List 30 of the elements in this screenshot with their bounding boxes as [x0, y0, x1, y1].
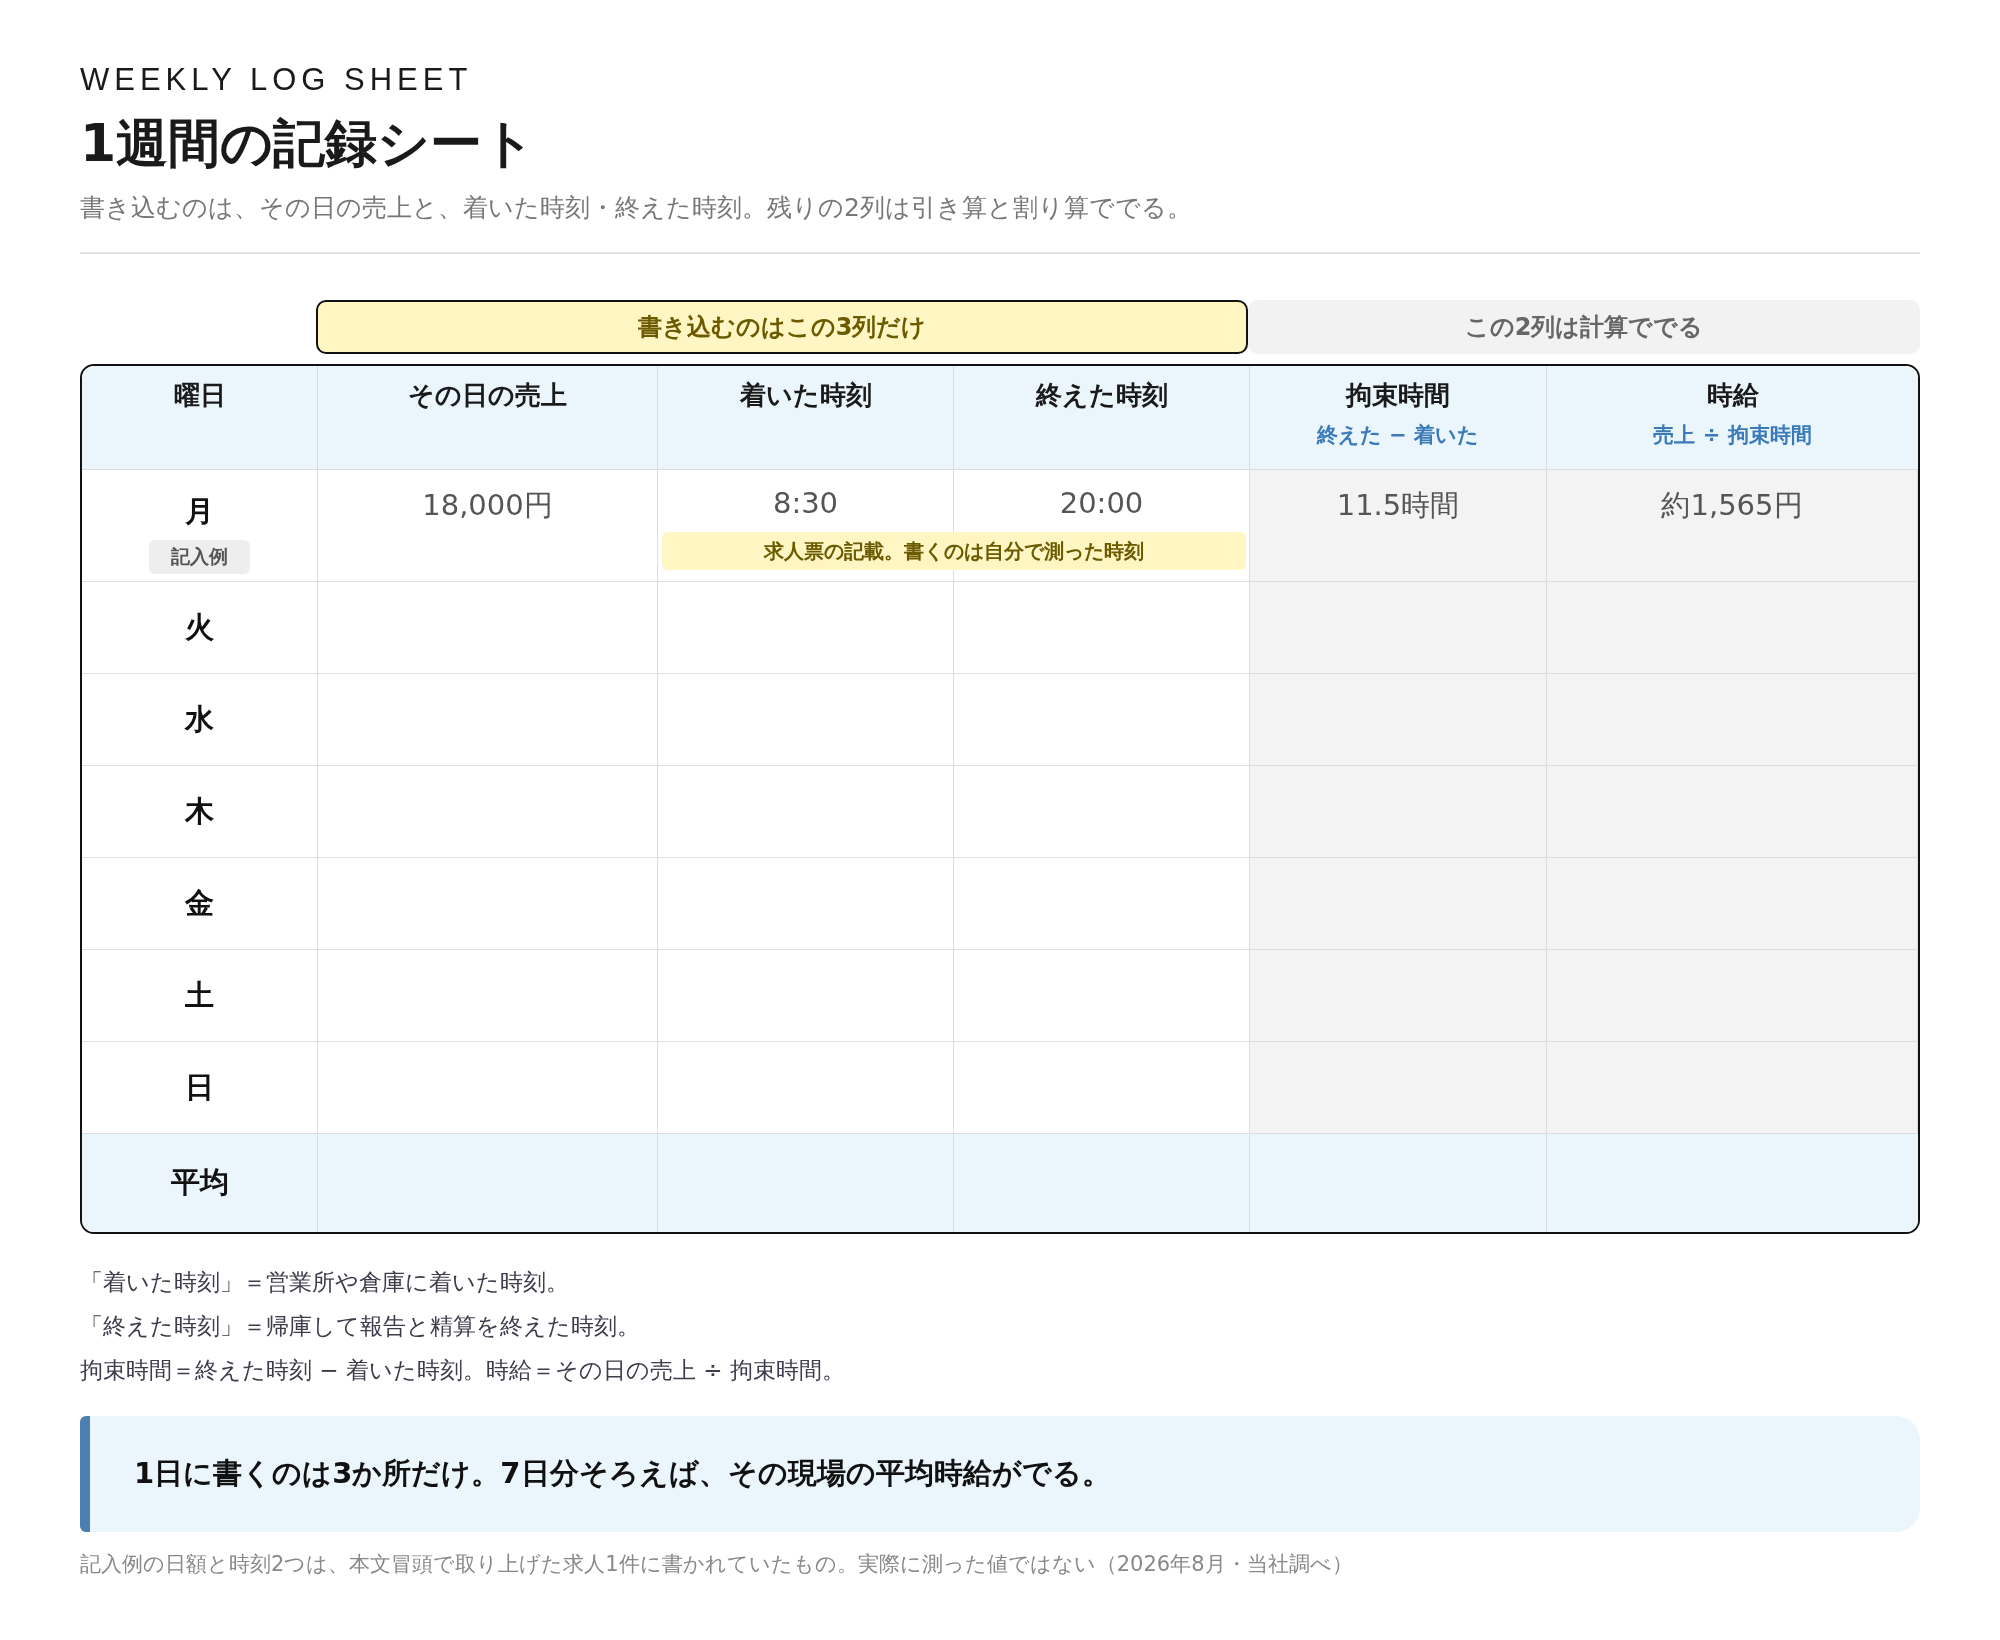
formula-text: 売上 ÷ 拘束時間: [1653, 422, 1812, 449]
day-label: 土: [82, 950, 318, 1042]
lead-text: 書き込むのは、その日の売上と、着いた時刻・終えた時刻。残りの2列は引き算と割り算ででる。: [80, 192, 1193, 224]
column-title: その日の売上: [408, 379, 567, 412]
column-title: 終えた時刻: [1035, 379, 1168, 412]
column-title: 曜日: [173, 379, 226, 412]
column-title: 着いた時刻: [739, 379, 872, 412]
table-cell: 18,000円: [318, 470, 658, 582]
note-text: 拘束時間＝終えた時刻 − 着いた時刻。時給＝その日の売上 ÷ 拘束時間。: [80, 1356, 846, 1385]
callout-text: 1日に書くのは3か所だけ。7日分そろえば、その現場の平均時給がでる。: [134, 1455, 1111, 1492]
example-badge: 記入例: [149, 539, 250, 574]
column-title: 時給: [1706, 379, 1759, 412]
formula-text: 終えた − 着いた: [1316, 422, 1480, 449]
day-label: 月: [185, 492, 214, 530]
column-title: 拘束時間: [1346, 379, 1450, 412]
page-title: 1週間の記録シート: [80, 112, 537, 175]
annotation-label: 求人票の記載。書くのは自分で測った時刻: [662, 532, 1246, 570]
day-label: 平均: [82, 1134, 318, 1232]
table-cell: 11.5時間: [1250, 470, 1547, 582]
footnote-text: 記入例の日額と時刻2つは、本文冒頭で取り上げた求人1件に書かれていたもの。実際に測った値ではない（2026年8月・当社調べ）: [80, 1551, 1354, 1578]
day-label: 水: [82, 674, 318, 766]
eyebrow-label: WEEKLY LOG SHEET: [80, 61, 474, 99]
note-text: 「終えた時刻」＝帰庫して報告と精算を終えた時刻。: [80, 1312, 641, 1341]
column-group-label: 書き込むのはこの3列だけ: [316, 300, 1248, 354]
day-label: 木: [82, 766, 318, 858]
table-cell: 約1,565円: [1547, 470, 1918, 582]
day-label: 金: [82, 858, 318, 950]
day-label: 火: [82, 582, 318, 674]
column-group-label: この2列は計算ででる: [1248, 300, 1920, 354]
note-text: 「着いた時刻」＝営業所や倉庫に着いた時刻。: [80, 1268, 570, 1297]
